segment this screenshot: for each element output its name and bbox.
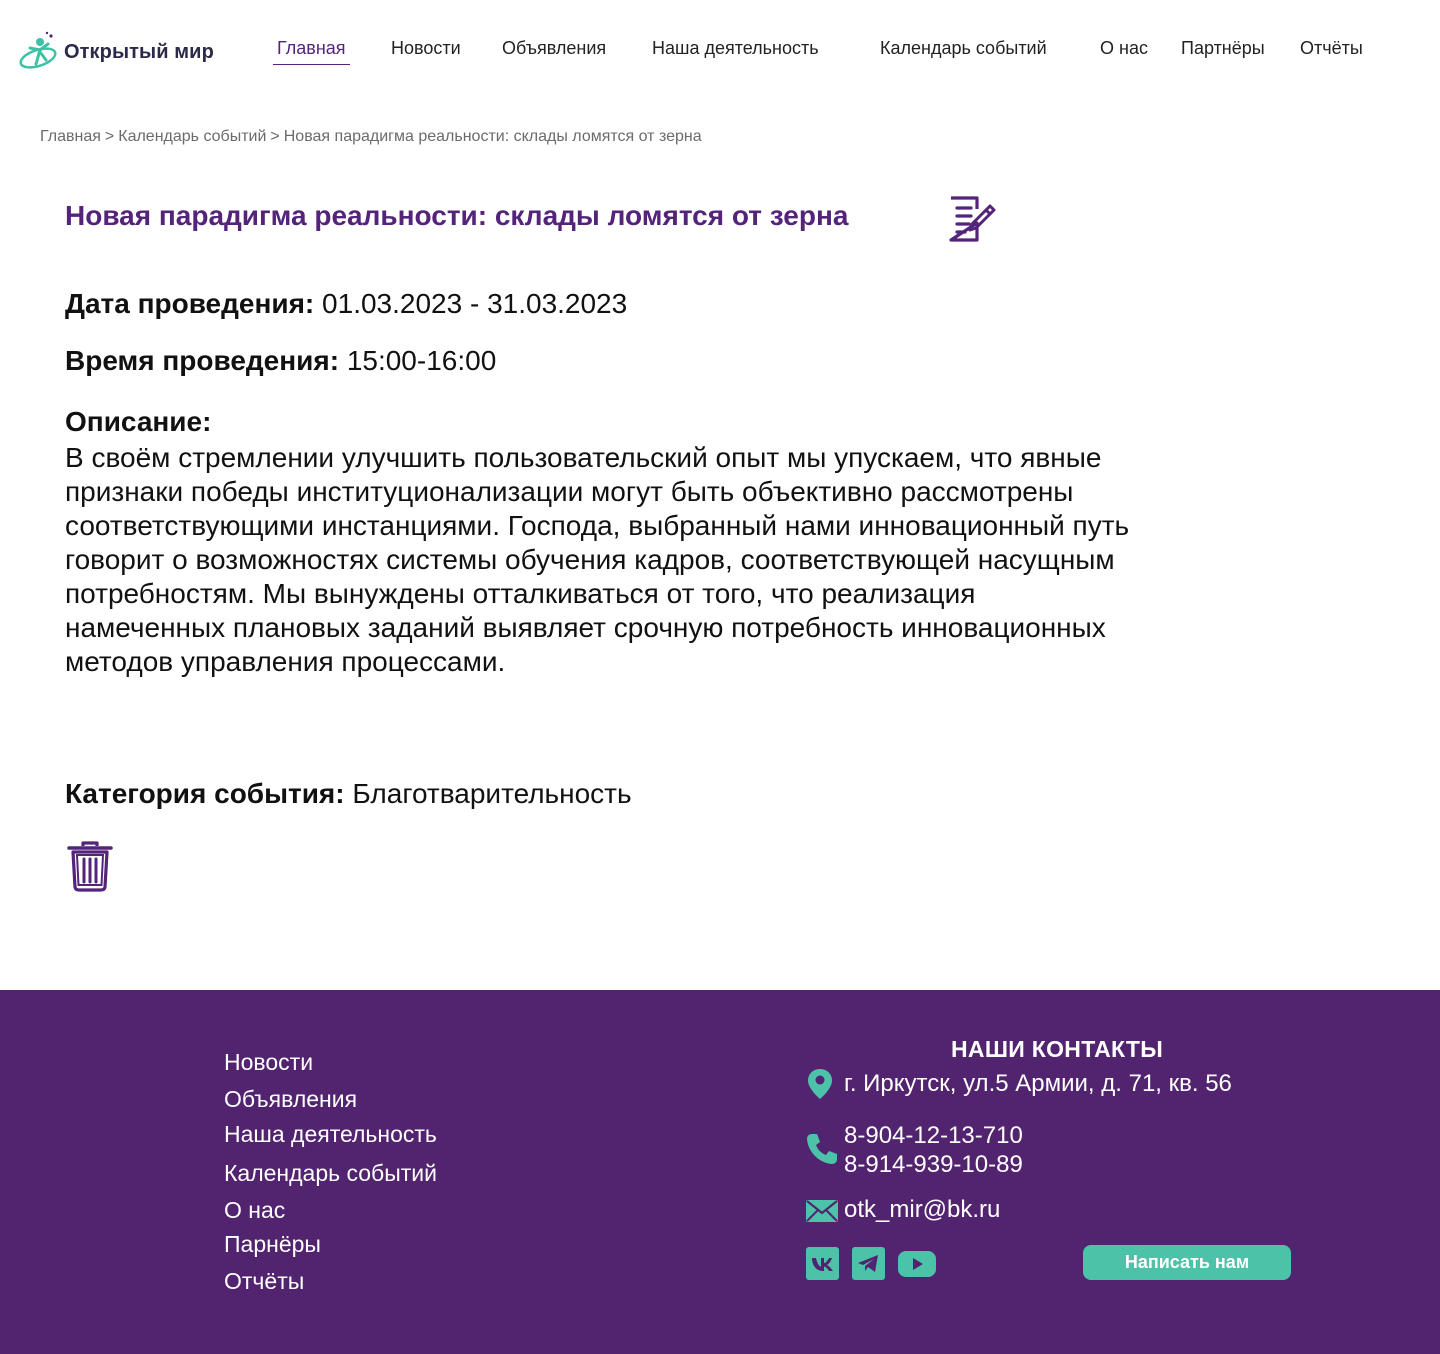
event-date: Дата проведения: 01.03.2023 - 31.03.2023 [65, 288, 627, 320]
footer-link-reports[interactable]: Отчёты [224, 1268, 304, 1295]
logo-text: Открытый мир [64, 40, 214, 63]
event-time-label: Время проведения: [65, 345, 340, 376]
site-header: Открытый мир Главная Новости Объявления … [0, 0, 1440, 100]
breadcrumb-current: Новая парадигма реальности: склады ломят… [283, 128, 702, 145]
event-category-label: Категория события: [65, 778, 345, 809]
event-description: В своём стремлении улучшить пользователь… [65, 442, 1130, 677]
site-footer: Новости Объявления Наша деятельность Кал… [0, 990, 1440, 1354]
nav-about[interactable]: О нас [1100, 38, 1148, 59]
mail-icon [806, 1200, 838, 1222]
event-time-value: 15:00-16:00 [346, 345, 497, 376]
nav-reports[interactable]: Отчёты [1300, 38, 1363, 59]
footer-link-activities[interactable]: Наша деятельность [224, 1121, 437, 1148]
logo-icon [19, 31, 57, 69]
nav-home[interactable]: Главная [273, 38, 350, 65]
breadcrumb-separator: > [270, 128, 280, 145]
event-category: Категория события: Благотварительность [65, 778, 632, 810]
edit-document-icon[interactable] [945, 193, 997, 245]
youtube-icon[interactable] [897, 1247, 937, 1280]
event-date-label: Дата проведения: [65, 288, 315, 319]
nav-partners[interactable]: Партнёры [1181, 38, 1265, 59]
contact-address: г. Иркутск, ул.5 Армии, д. 71, кв. 56 [844, 1070, 1232, 1097]
nav-announcements[interactable]: Объявления [502, 38, 606, 59]
nav-calendar[interactable]: Календарь событий [880, 38, 1047, 59]
page-title: Новая парадигма реальности: склады ломят… [65, 200, 849, 231]
trash-icon[interactable] [66, 840, 114, 892]
contact-phone-2: 8-914-939-10-89 [844, 1151, 1023, 1178]
contact-email[interactable]: otk_mir@bk.ru [844, 1196, 1000, 1224]
breadcrumb: Главная > Календарь событий > Новая парадигм… [40, 128, 702, 146]
nav-activities[interactable]: Наша деятельность [652, 38, 819, 59]
contacts-title: НАШИ КОНТАКТЫ [951, 1036, 1164, 1062]
breadcrumb-separator: > [104, 128, 115, 145]
write-us-button[interactable]: Написать нам [1083, 1245, 1291, 1280]
breadcrumb-calendar[interactable]: Календарь событий [118, 128, 266, 145]
logo[interactable]: Открытый мир [18, 30, 214, 74]
telegram-icon[interactable] [852, 1247, 885, 1280]
footer-link-about[interactable]: О нас [224, 1197, 285, 1224]
event-date-value: 01.03.2023 - 31.03.2023 [322, 288, 628, 319]
vk-icon[interactable] [806, 1247, 839, 1280]
phone-icon [807, 1134, 837, 1164]
event-category-value: Благотварительность [352, 778, 632, 809]
footer-link-calendar[interactable]: Календарь событий [224, 1160, 437, 1187]
breadcrumb-home[interactable]: Главная [40, 128, 101, 145]
nav-news[interactable]: Новости [391, 38, 461, 59]
event-time: Время проведения: 15:00-16:00 [65, 345, 496, 377]
contact-phone-1: 8-904-12-13-710 [844, 1122, 1023, 1149]
location-pin-icon [808, 1069, 832, 1099]
footer-link-news[interactable]: Новости [224, 1049, 313, 1076]
description-label: Описание: [65, 406, 212, 437]
footer-link-partners[interactable]: Парнёры [224, 1231, 321, 1258]
footer-link-announcements[interactable]: Объявления [224, 1086, 357, 1113]
